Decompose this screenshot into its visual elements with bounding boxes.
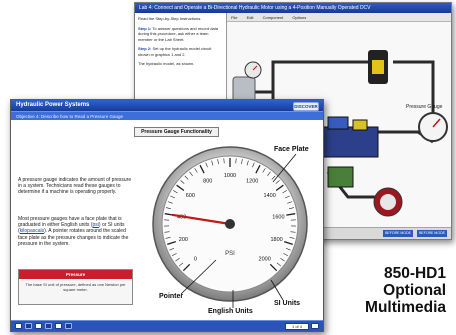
step-2-title: Step 2:	[138, 46, 152, 51]
gauge-tick-label: 2000	[259, 257, 271, 263]
home-icon[interactable]	[15, 323, 22, 329]
lesson-window: Hydraulic Power Systems DISCOVER Objecti…	[10, 99, 324, 332]
glossary-icon[interactable]	[35, 323, 42, 329]
next-page-icon[interactable]	[311, 323, 319, 329]
page-indicator: 1 of 4	[285, 323, 309, 330]
topic-button[interactable]: Pressure Gauge Functionality	[134, 127, 219, 137]
callout-face-plate: Face Plate	[273, 146, 310, 153]
lesson-paragraph-2: Most pressure gauges have a face plate t…	[18, 216, 133, 247]
instruction-step-1: Step 1: To answer questions and record d…	[138, 26, 223, 43]
instruction-step-3: The hydraulic model, as shown.	[138, 61, 195, 66]
glossary-popup: Pressure The base SI unit of pressure, d…	[18, 269, 133, 305]
gauge-tick-label: 800	[203, 178, 212, 184]
gauge-tick-label: 0	[194, 257, 197, 263]
gauge-tick-label: 1000	[224, 173, 236, 179]
callout-english-units: English Units	[207, 308, 254, 315]
status-button-1[interactable]: BEFORE MODE	[383, 230, 413, 237]
lesson-toolbar: 1 of 4	[11, 320, 323, 331]
menu-file[interactable]: File	[231, 15, 237, 20]
background-window-title: Lab 4: Connect and Operate a Bi-Directio…	[135, 3, 451, 13]
callout-si-units: SI Units	[273, 300, 302, 307]
print-icon[interactable]	[55, 323, 62, 329]
menu-icon[interactable]	[25, 323, 32, 329]
help-icon[interactable]	[45, 323, 52, 329]
instruction-step-2: Step 2: Set up the hydraulic model circu…	[138, 46, 223, 57]
lesson-paragraph-1: A pressure gauge indicates the amount of…	[18, 177, 132, 196]
motor-icon	[327, 166, 354, 188]
pressure-gauge-illustration: 0200400600800100012001400160018002000 PS…	[152, 146, 308, 302]
gauge-hub	[225, 219, 235, 229]
gauge-tick-label: 600	[186, 193, 195, 199]
gauge-tick-label: 1600	[272, 214, 284, 220]
menu-options[interactable]: Options	[292, 15, 306, 20]
caption-line-1: 850-HD1	[383, 265, 446, 282]
valve-manifold-icon	[322, 126, 379, 158]
gauge-tick-label: 200	[179, 237, 188, 243]
lesson-window-title: Hydraulic Power Systems	[11, 100, 323, 111]
kilopascals-glossary-link[interactable]: kilopascals	[20, 228, 44, 234]
instruction-intro: Read the Step-by-Step Instructions.	[138, 16, 202, 21]
status-button-2[interactable]: BEFORE MODE	[417, 230, 447, 237]
exit-icon[interactable]	[65, 323, 72, 329]
callout-pointer: Pointer	[158, 293, 185, 300]
pressure-gauge-label: Pressure Gauge	[406, 104, 443, 110]
glossary-popup-header: Pressure	[19, 270, 132, 279]
brand-logo: DISCOVER	[293, 102, 319, 111]
glossary-popup-title: Pressure	[65, 272, 86, 277]
gauge-tick-label: 1400	[264, 193, 276, 199]
gauge-tick-label: 1800	[270, 237, 282, 243]
glossary-popup-text: The base SI unit of pressure, defined as…	[25, 282, 126, 292]
menu-component[interactable]: Component	[263, 15, 284, 20]
gauge-unit-label: PSI	[225, 251, 235, 257]
caption-line-3: Multimedia	[365, 299, 446, 316]
lesson-content: Pressure Gauge Functionality A pressure …	[11, 120, 323, 320]
caption-line-2: Optional	[383, 282, 446, 299]
lesson-objective: Objective 4: Describe how to Read a Pres…	[11, 111, 323, 120]
background-menu-bar: File Edit Component Options	[227, 13, 451, 22]
step-1-title: Step 1:	[138, 25, 152, 31]
gauge-tick-label: 1200	[246, 178, 258, 184]
menu-edit[interactable]: Edit	[247, 15, 254, 20]
